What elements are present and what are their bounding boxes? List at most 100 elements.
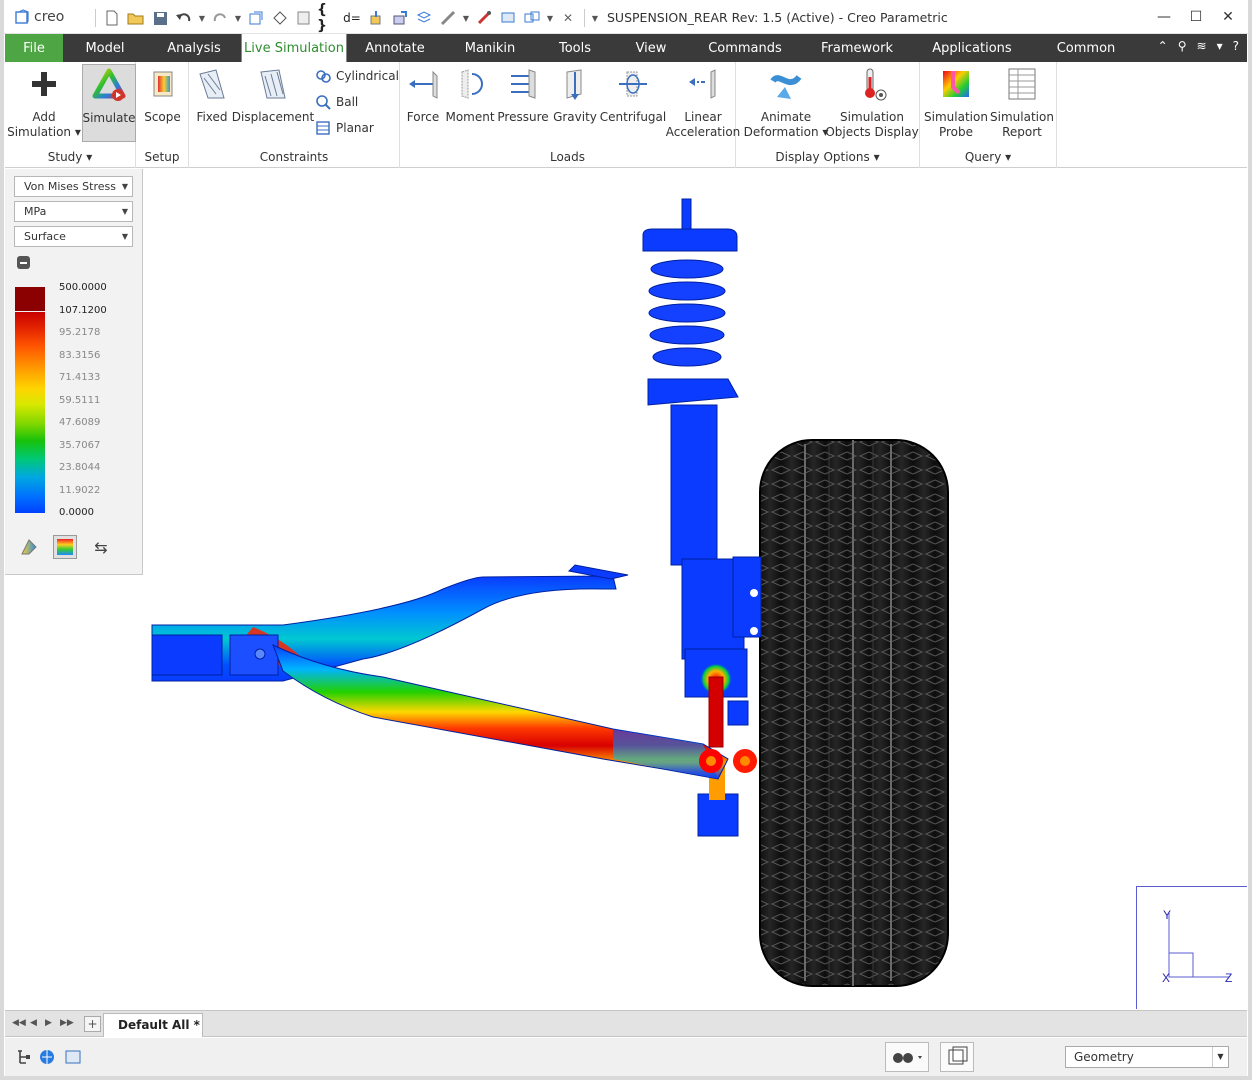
add-icon: [26, 66, 62, 102]
ball-button[interactable]: Ball: [315, 94, 358, 110]
lower-control-arm[interactable]: [272, 644, 757, 780]
windows-icon[interactable]: [269, 8, 291, 28]
creo-logo[interactable]: creo: [14, 9, 64, 25]
tab-live-simulation[interactable]: Live Simulation: [241, 34, 347, 63]
simulation-probe-button[interactable]: Simulation Probe: [924, 64, 988, 140]
more-icon[interactable]: [521, 8, 543, 28]
group-label-display-options[interactable]: Display Options ▾: [736, 150, 919, 164]
color-scale-icon[interactable]: [53, 535, 77, 559]
axis-x-label: X: [1162, 971, 1170, 985]
display-dropdown[interactable]: Surface ▼: [14, 226, 133, 247]
add-simulation-button[interactable]: Add Simulation ▾: [7, 64, 81, 140]
tab-commands[interactable]: Commands: [689, 34, 801, 62]
tab-common[interactable]: Common: [1031, 34, 1141, 62]
tab-tools[interactable]: Tools: [537, 34, 613, 62]
regenerate-icon[interactable]: [245, 8, 267, 28]
tab-framework[interactable]: Framework: [801, 34, 913, 62]
search-icon[interactable]: ⚲: [1178, 39, 1187, 53]
measure-dropdown-icon[interactable]: ▼: [461, 8, 471, 28]
chevron-down-icon: ▼: [121, 182, 128, 191]
scope-button[interactable]: Scope: [140, 64, 185, 125]
d-equals-icon[interactable]: d=: [341, 8, 363, 28]
browser-icon[interactable]: [38, 1048, 56, 1066]
upper-control-arm[interactable]: [151, 564, 629, 682]
tab-annotate[interactable]: Annotate: [347, 34, 443, 62]
tab-analysis[interactable]: Analysis: [147, 34, 241, 62]
selection-icon: [948, 1046, 968, 1065]
close-icon[interactable]: ✕: [1214, 6, 1242, 28]
refresh-results-icon[interactable]: ⇆: [89, 535, 113, 559]
tab-default-all[interactable]: Default All *: [103, 1013, 203, 1037]
add-tab-button[interactable]: +: [84, 1016, 101, 1032]
appearance-icon[interactable]: [473, 8, 495, 28]
tab-applications[interactable]: Applications: [913, 34, 1031, 62]
cylindrical-button[interactable]: Cylindrical: [315, 68, 399, 84]
find-button[interactable]: [885, 1042, 929, 1072]
ball-label: Ball: [336, 95, 359, 109]
pressure-button[interactable]: Pressure: [497, 64, 549, 125]
moment-button[interactable]: Moment: [445, 64, 495, 125]
quantity-dropdown[interactable]: Von Mises Stress ▼: [14, 176, 133, 197]
planar-button[interactable]: Planar: [315, 120, 374, 136]
measure-icon[interactable]: [437, 8, 459, 28]
parameters-icon[interactable]: [389, 8, 411, 28]
ribbon-dropdown-icon[interactable]: ▾: [1217, 39, 1223, 53]
selection-button[interactable]: [940, 1042, 974, 1072]
fixed-button[interactable]: Fixed: [193, 64, 231, 125]
force-button[interactable]: Force: [406, 64, 440, 125]
suspension-model[interactable]: [143, 169, 1247, 1009]
layers-icon[interactable]: [413, 8, 435, 28]
collapse-ribbon-icon[interactable]: ⌃: [1158, 39, 1168, 53]
undo-dropdown-icon[interactable]: ▼: [197, 8, 207, 28]
help-icon[interactable]: ?: [1233, 39, 1239, 53]
left-mount[interactable]: [151, 634, 279, 676]
maximize-icon[interactable]: ☐: [1182, 6, 1210, 28]
group-label-study[interactable]: Study ▾: [5, 150, 135, 164]
tab-file[interactable]: File: [5, 34, 63, 62]
close-window-icon[interactable]: [293, 8, 315, 28]
legend-value-3: 83.3156: [59, 350, 101, 361]
collapse-icon[interactable]: [17, 256, 30, 269]
new-icon[interactable]: [101, 8, 123, 28]
previous-tab-icon[interactable]: ◀: [30, 1018, 37, 1028]
graphics-viewport[interactable]: Y X Z: [143, 169, 1247, 1009]
group-label-setup: Setup: [144, 150, 180, 164]
simulation-report-button[interactable]: Simulation Report: [990, 64, 1054, 140]
linear-acceleration-button[interactable]: Linear Acceleration: [666, 64, 740, 140]
braces-icon[interactable]: { }: [317, 2, 339, 34]
animate-deformation-button[interactable]: Animate Deformation ▾: [744, 64, 828, 140]
tab-view[interactable]: View: [613, 34, 689, 62]
selection-filter-dropdown[interactable]: Geometry ▼: [1065, 1046, 1229, 1068]
display-icon[interactable]: [497, 8, 519, 28]
next-tab-icon[interactable]: ▶: [45, 1018, 52, 1028]
view-triad: Y X Z: [1136, 886, 1247, 1009]
simulation-objects-display-button[interactable]: Simulation Objects Display: [825, 64, 919, 140]
stop-icon[interactable]: ✕: [557, 8, 579, 28]
model-tree-icon[interactable]: [15, 1048, 33, 1066]
result-style-icon[interactable]: [17, 535, 41, 559]
group-label-query[interactable]: Query ▾: [920, 150, 1056, 164]
linear-acceleration-icon: [685, 66, 721, 102]
centrifugal-button[interactable]: Centrifugal: [600, 64, 666, 125]
more-dropdown-icon[interactable]: ▼: [545, 8, 555, 28]
relations-icon[interactable]: [365, 8, 387, 28]
tab-model[interactable]: Model: [63, 34, 147, 62]
open-icon[interactable]: [125, 8, 147, 28]
tab-manikin[interactable]: Manikin: [443, 34, 537, 62]
last-tab-icon[interactable]: ▶▶: [60, 1018, 74, 1028]
first-tab-icon[interactable]: ◀◀: [12, 1018, 26, 1028]
minimize-icon[interactable]: —: [1150, 6, 1178, 28]
save-icon[interactable]: [149, 8, 171, 28]
fixed-constraint-icon: [194, 66, 230, 102]
graphics-area-icon[interactable]: [64, 1048, 82, 1066]
ribbon-settings-icon[interactable]: ≋: [1197, 39, 1207, 53]
customize-dropdown-icon[interactable]: ▼: [590, 8, 600, 28]
tire[interactable]: [759, 439, 949, 987]
redo-icon[interactable]: [209, 8, 231, 28]
displacement-button[interactable]: Displacement: [232, 64, 314, 125]
gravity-button[interactable]: Gravity: [552, 64, 598, 125]
redo-dropdown-icon[interactable]: ▼: [233, 8, 243, 28]
undo-icon[interactable]: [173, 8, 195, 28]
units-dropdown[interactable]: MPa ▼: [14, 201, 133, 222]
simulate-button[interactable]: Simulate: [82, 64, 136, 142]
